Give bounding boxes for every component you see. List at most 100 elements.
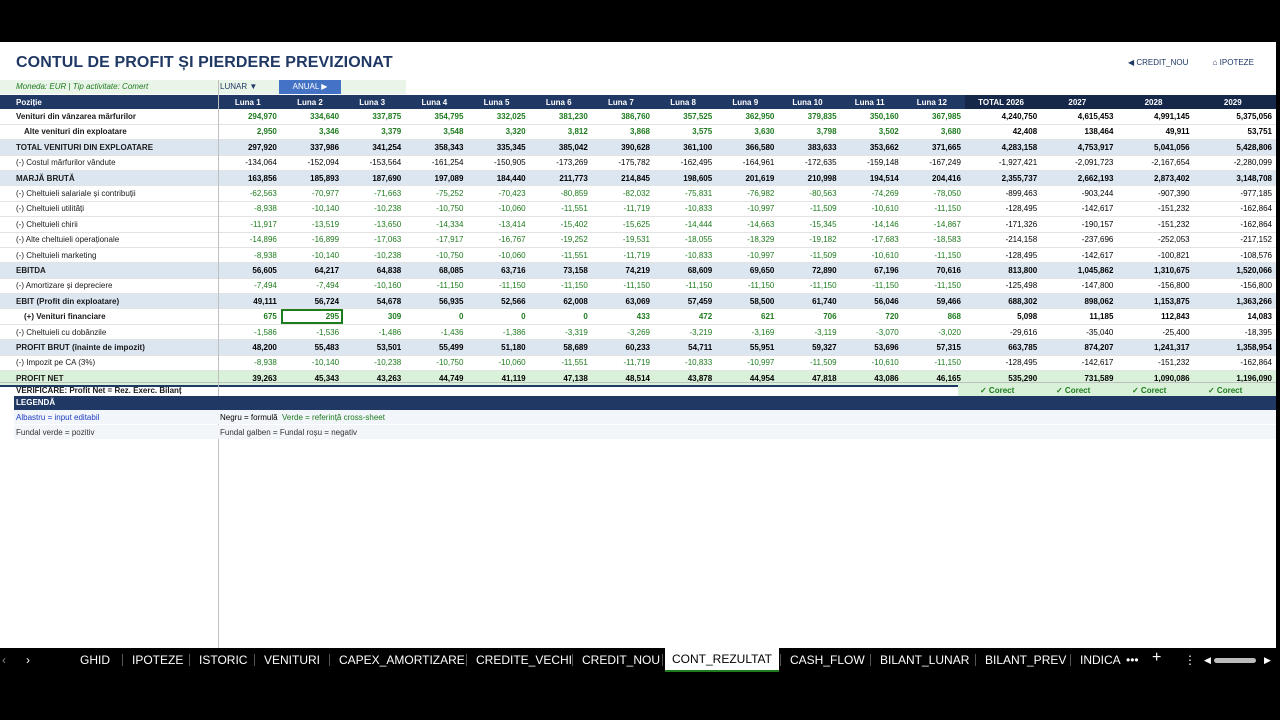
table-cell[interactable]: 3,148,708 — [1193, 170, 1276, 187]
table-cell[interactable]: -3,020 — [902, 324, 965, 341]
table-cell[interactable]: 72,890 — [778, 262, 841, 279]
row-label[interactable]: Venituri din vânzarea mărfurilor — [0, 109, 219, 125]
table-cell[interactable]: 386,760 — [591, 109, 654, 125]
column-header[interactable]: Luna 12 — [902, 95, 965, 110]
table-cell[interactable]: 63,716 — [467, 262, 530, 279]
table-cell[interactable]: -10,610 — [840, 247, 903, 264]
table-cell[interactable]: 361,100 — [653, 139, 717, 156]
table-cell[interactable]: 385,042 — [529, 139, 592, 156]
row-label[interactable]: EBITDA — [0, 262, 219, 279]
table-cell[interactable]: 0 — [529, 308, 592, 325]
table-cell[interactable]: 0 — [405, 308, 468, 325]
table-cell[interactable]: -25,400 — [1117, 324, 1194, 341]
table-cell[interactable]: -11,150 — [840, 278, 903, 295]
row-label[interactable]: (-) Cheltuieli salariale și contribuții — [0, 185, 219, 202]
sheet-tab-cash-flow[interactable]: CASH_FLOW — [790, 653, 865, 667]
table-cell[interactable]: -14,444 — [653, 216, 717, 233]
table-cell[interactable]: -11,719 — [591, 201, 654, 218]
horizontal-scrollbar[interactable] — [1214, 658, 1256, 663]
table-cell[interactable]: -977,185 — [1193, 185, 1276, 202]
table-cell[interactable]: -17,917 — [405, 232, 468, 248]
table-cell[interactable]: -899,463 — [964, 185, 1042, 202]
table-cell[interactable]: 1,363,266 — [1193, 293, 1276, 310]
sheet-tab-credit-nou[interactable]: CREDIT_NOU — [582, 653, 660, 667]
row-label[interactable]: (+) Venituri financiare — [0, 308, 219, 325]
table-cell[interactable]: 185,893 — [280, 170, 344, 187]
table-cell[interactable]: -10,140 — [280, 355, 344, 372]
scroll-right-icon[interactable]: › — [26, 653, 30, 667]
table-cell[interactable]: -151,232 — [1117, 355, 1194, 372]
table-cell[interactable]: -19,182 — [778, 232, 841, 248]
column-header[interactable]: Luna 3 — [343, 95, 406, 110]
table-cell[interactable]: -14,663 — [716, 216, 779, 233]
table-cell[interactable]: -18,329 — [716, 232, 779, 248]
table-cell[interactable]: 295 — [280, 308, 344, 325]
table-cell[interactable]: 63,069 — [591, 293, 654, 310]
table-cell[interactable]: 367,985 — [902, 109, 965, 125]
table-cell[interactable]: 868 — [902, 308, 965, 325]
anual-button[interactable]: ANUAL ▶ — [279, 80, 341, 94]
table-cell[interactable]: -19,252 — [529, 232, 592, 248]
table-cell[interactable]: -14,334 — [405, 216, 468, 233]
table-cell[interactable]: 366,580 — [716, 139, 779, 156]
row-label[interactable]: (-) Cheltuieli chirii — [0, 216, 219, 233]
table-cell[interactable]: -142,617 — [1041, 201, 1118, 218]
table-cell[interactable]: 55,483 — [280, 339, 344, 356]
table-cell[interactable]: -1,927,421 — [964, 155, 1042, 171]
row-label[interactable]: EBIT (Profit din exploatare) — [0, 293, 219, 310]
table-cell[interactable]: 56,724 — [280, 293, 344, 310]
table-cell[interactable]: -10,140 — [280, 201, 344, 218]
table-cell[interactable]: -13,650 — [343, 216, 406, 233]
table-cell[interactable]: 381,230 — [529, 109, 592, 125]
table-cell[interactable]: 4,991,145 — [1117, 109, 1194, 125]
table-cell[interactable]: -128,495 — [964, 201, 1042, 218]
table-cell[interactable]: -159,148 — [840, 155, 903, 171]
table-cell[interactable]: 52,566 — [467, 293, 530, 310]
table-cell[interactable]: 48,200 — [218, 339, 281, 356]
table-cell[interactable]: 675 — [218, 308, 281, 325]
table-cell[interactable]: 44,749 — [405, 370, 468, 388]
table-cell[interactable]: 56,605 — [218, 262, 281, 279]
table-cell[interactable]: 3,346 — [280, 124, 344, 141]
table-cell[interactable]: -62,563 — [218, 185, 281, 202]
table-cell[interactable]: 383,633 — [778, 139, 841, 156]
table-cell[interactable]: 4,615,453 — [1041, 109, 1118, 125]
table-cell[interactable]: 337,875 — [343, 109, 406, 125]
table-cell[interactable]: 5,098 — [964, 308, 1042, 325]
row-label[interactable]: (-) Costul mărfurilor vândute — [0, 155, 219, 171]
table-cell[interactable]: -1,486 — [343, 324, 406, 341]
column-header[interactable]: TOTAL 2026 — [964, 95, 1042, 110]
table-cell[interactable]: 60,233 — [591, 339, 654, 356]
table-cell[interactable]: 67,196 — [840, 262, 903, 279]
table-cell[interactable]: 138,464 — [1041, 124, 1118, 141]
table-cell[interactable]: 3,575 — [653, 124, 717, 141]
table-cell[interactable]: 353,662 — [840, 139, 903, 156]
table-cell[interactable]: 68,085 — [405, 262, 468, 279]
table-cell[interactable]: -1,536 — [280, 324, 344, 341]
table-cell[interactable]: -7,494 — [218, 278, 281, 295]
row-label[interactable]: MARJĂ BRUTĂ — [0, 170, 219, 187]
table-cell[interactable]: -10,060 — [467, 247, 530, 264]
table-cell[interactable]: 54,711 — [653, 339, 717, 356]
table-cell[interactable]: -71,663 — [343, 185, 406, 202]
table-cell[interactable]: -150,905 — [467, 155, 530, 171]
table-cell[interactable]: 688,302 — [964, 293, 1042, 310]
table-cell[interactable]: 5,428,806 — [1193, 139, 1276, 156]
table-cell[interactable]: 197,089 — [405, 170, 468, 187]
table-cell[interactable]: -147,800 — [1041, 278, 1118, 295]
table-cell[interactable]: 1,520,066 — [1193, 262, 1276, 279]
table-cell[interactable]: -82,032 — [591, 185, 654, 202]
table-cell[interactable]: 3,868 — [591, 124, 654, 141]
table-cell[interactable]: -214,158 — [964, 232, 1042, 248]
table-cell[interactable]: 1,045,862 — [1041, 262, 1118, 279]
table-cell[interactable]: -10,238 — [343, 247, 406, 264]
table-cell[interactable]: -152,094 — [280, 155, 344, 171]
table-cell[interactable]: -172,635 — [778, 155, 841, 171]
column-header[interactable]: Luna 2 — [280, 95, 344, 110]
table-cell[interactable]: -134,064 — [218, 155, 281, 171]
table-cell[interactable]: 2,662,193 — [1041, 170, 1118, 187]
table-cell[interactable]: 43,878 — [653, 370, 717, 388]
table-cell[interactable]: 720 — [840, 308, 903, 325]
table-cell[interactable]: -128,495 — [964, 247, 1042, 264]
table-cell[interactable]: -11,150 — [467, 278, 530, 295]
